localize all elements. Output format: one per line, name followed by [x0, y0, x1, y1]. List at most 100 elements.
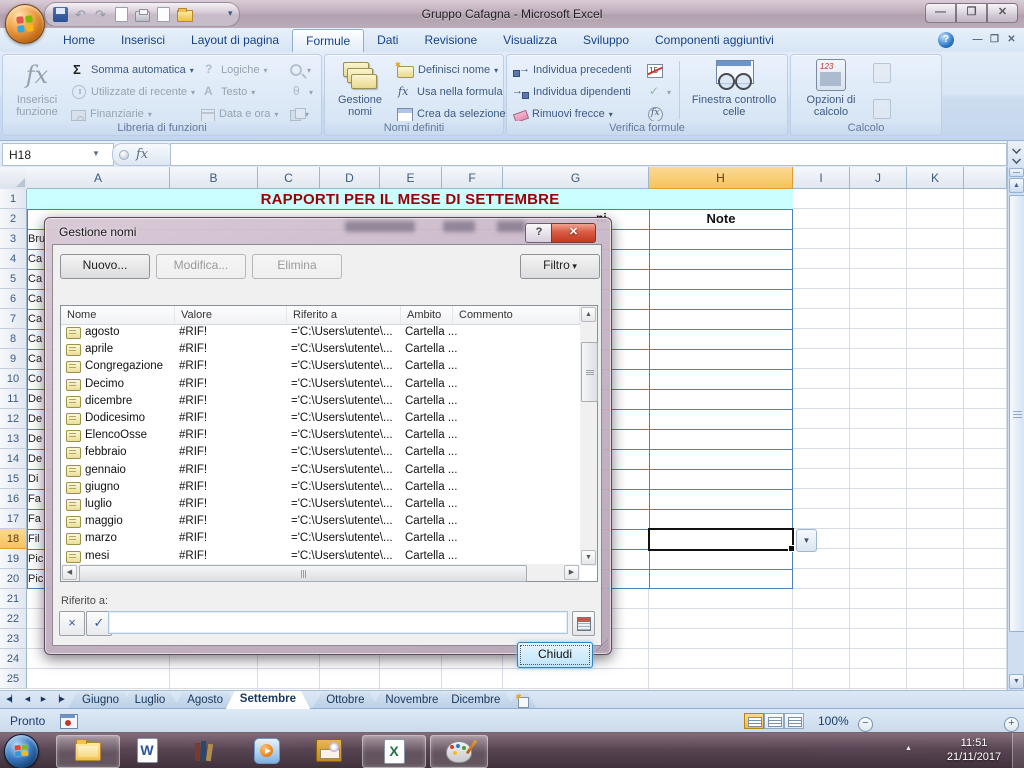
name-row-febbraio[interactable]: febbraio #RIF! ='C:\Users\utente\... Cartel…: [61, 444, 580, 461]
name-row-decimo[interactable]: Decimo #RIF! ='C:\Users\utente\... Cartella…: [61, 376, 580, 393]
calculate-now-icon[interactable]: [873, 99, 891, 119]
trace-precedents-button[interactable]: Individua precedenti: [513, 60, 631, 80]
select-all-corner[interactable]: [0, 167, 28, 190]
list-hscroll-thumb[interactable]: [79, 565, 527, 582]
row-header-1[interactable]: 1: [0, 189, 27, 209]
list-column-ambito[interactable]: Ambito: [401, 306, 453, 324]
restore-button[interactable]: ❐: [956, 3, 987, 23]
list-vertical-scrollbar[interactable]: ▲ ▼: [580, 306, 598, 566]
ribbon-tab-revisione[interactable]: Revisione: [411, 29, 490, 52]
column-header-C[interactable]: C: [258, 167, 320, 189]
column-header-K[interactable]: K: [907, 167, 964, 189]
title-cell[interactable]: RAPPORTI PER IL MESE DI SETTEMBRE: [27, 189, 793, 209]
macro-record-icon[interactable]: [60, 714, 78, 729]
next-sheet-icon[interactable]: ▶: [36, 693, 51, 707]
calculation-options-button[interactable]: Opzioni di calcolo▾: [799, 58, 863, 130]
minimize-button[interactable]: —: [925, 3, 956, 23]
expand-formula-bar-icon[interactable]: [1007, 141, 1024, 167]
workbook-minimize-button[interactable]: —: [969, 31, 986, 49]
logical-button[interactable]: Logiche: [201, 60, 268, 80]
view-page-layout-icon[interactable]: [764, 713, 784, 729]
view-page-break-icon[interactable]: [784, 713, 804, 729]
row-header-17[interactable]: 17: [0, 509, 27, 529]
column-header-D[interactable]: D: [320, 167, 380, 189]
vertical-scroll-thumb[interactable]: [1009, 195, 1024, 632]
row-header-2[interactable]: 2: [0, 209, 27, 229]
trace-dependents-button[interactable]: Individua dipendenti: [512, 82, 631, 102]
zoom-level[interactable]: 100%: [818, 714, 849, 728]
note-column-header-cell[interactable]: Note: [649, 209, 793, 229]
names-list[interactable]: Nome Valore Riferito a Ambito Commento agost…: [60, 305, 598, 582]
dialog-close-button[interactable]: Chiudi: [517, 642, 593, 668]
lookup-reference-button[interactable]: [289, 60, 311, 80]
row-header-13[interactable]: 13: [0, 429, 27, 449]
name-row-maggio[interactable]: maggio #RIF! ='C:\Users\utente\... Cartella…: [61, 513, 580, 530]
column-header-E[interactable]: E: [380, 167, 442, 189]
insert-function-button[interactable]: fx Inserisci funzione: [7, 58, 67, 118]
column-header-H[interactable]: H: [649, 167, 793, 189]
list-scroll-left-icon[interactable]: ◀: [62, 565, 77, 580]
vertical-scrollbar[interactable]: — ▲ ▼: [1007, 167, 1024, 690]
ribbon-tab-inserisci[interactable]: Inserisci: [108, 29, 178, 52]
row-header-4[interactable]: 4: [0, 249, 27, 269]
close-button[interactable]: ✕: [987, 3, 1018, 23]
taskbar-paint-button[interactable]: [430, 735, 488, 768]
name-row-luglio[interactable]: luglio #RIF! ='C:\Users\utente\... Cartella…: [61, 496, 580, 513]
refers-to-input[interactable]: [108, 611, 568, 634]
scroll-up-icon[interactable]: ▲: [1009, 178, 1024, 193]
list-column-commento[interactable]: Commento: [453, 306, 580, 324]
dialog-close-icon[interactable]: ✕: [551, 223, 596, 243]
delete-name-button[interactable]: Elimina: [252, 254, 342, 279]
name-row-dicembre[interactable]: dicembre #RIF! ='C:\Users\utente\... Cartel…: [61, 393, 580, 410]
name-box-dropdown-icon[interactable]: ▼: [88, 145, 104, 162]
row-header-15[interactable]: 15: [0, 469, 27, 489]
name-row-aprile[interactable]: aprile #RIF! ='C:\Users\utente\... Cartella…: [61, 341, 580, 358]
taskbar-library-button[interactable]: [182, 735, 228, 766]
new-name-button[interactable]: Nuovo...: [60, 254, 150, 279]
name-row-dodicesimo[interactable]: Dodicesimo #RIF! ='C:\Users\utente\... Cart…: [61, 410, 580, 427]
help-icon[interactable]: ?: [938, 32, 954, 48]
view-normal-icon[interactable]: [744, 713, 764, 729]
range-select-icon[interactable]: [572, 611, 595, 636]
prev-sheet-icon[interactable]: ◀: [20, 693, 35, 707]
show-formulas-button[interactable]: [647, 60, 663, 80]
list-column-nome[interactable]: Nome: [61, 306, 175, 324]
row-header-20[interactable]: 20: [0, 569, 27, 589]
workbook-close-button[interactable]: ✕: [1003, 31, 1020, 49]
column-header-I[interactable]: I: [793, 167, 850, 189]
scroll-down-icon[interactable]: ▼: [1009, 674, 1024, 689]
list-scroll-thumb[interactable]: [581, 342, 598, 402]
column-header-A[interactable]: A: [27, 167, 170, 189]
column-header-B[interactable]: B: [170, 167, 258, 189]
taskbar-explorer-button[interactable]: [56, 735, 120, 768]
text-functions-button[interactable]: Testo: [201, 82, 255, 102]
calculate-sheet-icon[interactable]: [873, 63, 891, 83]
error-checking-button[interactable]: [647, 82, 671, 102]
row-header-16[interactable]: 16: [0, 489, 27, 509]
edit-name-button[interactable]: Modifica...: [156, 254, 246, 279]
watch-window-button[interactable]: Finestra controllo celle: [685, 58, 783, 118]
taskbar-media-player-button[interactable]: [244, 735, 290, 766]
zoom-in-icon[interactable]: +: [1004, 717, 1019, 732]
sheet-tab-dicembre[interactable]: Dicembre: [437, 692, 514, 709]
name-row-marzo[interactable]: marzo #RIF! ='C:\Users\utente\... Cartella …: [61, 530, 580, 547]
list-scroll-down-icon[interactable]: ▼: [581, 550, 596, 565]
name-row-elencoosse[interactable]: ElencoOsse #RIF! ='C:\Users\utente\... Cart…: [61, 427, 580, 444]
show-desktop-button[interactable]: [1012, 733, 1024, 768]
workbook-restore-button[interactable]: ❐: [986, 31, 1003, 49]
dialog-help-icon[interactable]: ?: [525, 223, 553, 243]
row-header-18[interactable]: 18: [0, 529, 27, 549]
first-sheet-icon[interactable]: ◀▏: [4, 693, 19, 707]
name-manager-dialog[interactable]: Gestione nomi ? ✕ Nuovo... Modifica... E…: [44, 217, 612, 668]
row-header-9[interactable]: 9: [0, 349, 27, 369]
name-row-agosto[interactable]: agosto #RIF! ='C:\Users\utente\... Cartella…: [61, 324, 580, 341]
ribbon-tab-sviluppo[interactable]: Sviluppo: [570, 29, 642, 52]
sheet-tab-ottobre[interactable]: Ottobre: [312, 692, 378, 709]
row-header-7[interactable]: 7: [0, 309, 27, 329]
define-name-button[interactable]: Definisci nome: [395, 60, 498, 80]
row-header-23[interactable]: 23: [0, 629, 27, 649]
insert-worksheet-tab[interactable]: [507, 693, 537, 709]
column-header-F[interactable]: F: [442, 167, 503, 189]
list-scroll-up-icon[interactable]: ▲: [581, 307, 596, 322]
ribbon-tab-dati[interactable]: Dati: [364, 29, 411, 52]
